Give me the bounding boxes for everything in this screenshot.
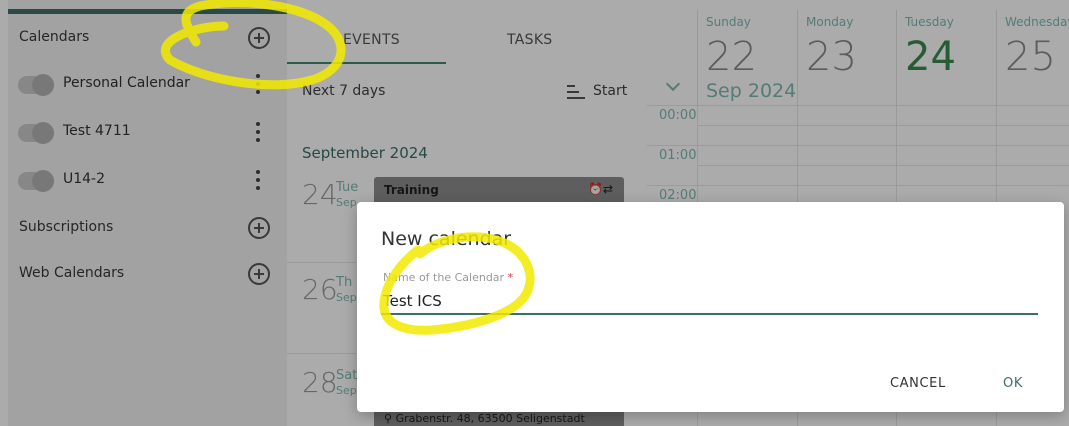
calendar-name-label: Name of the Calendar * <box>383 271 513 284</box>
cancel-button[interactable]: CANCEL <box>890 376 946 391</box>
calendar-name-label-text: Name of the Calendar <box>383 271 505 284</box>
calendar-name-input[interactable] <box>381 288 1038 315</box>
required-mark: * <box>507 271 514 284</box>
ok-button[interactable]: OK <box>1003 376 1023 391</box>
dialog-title: New calendar <box>381 228 512 250</box>
new-calendar-dialog: New calendar Name of the Calendar * CANC… <box>357 202 1064 412</box>
